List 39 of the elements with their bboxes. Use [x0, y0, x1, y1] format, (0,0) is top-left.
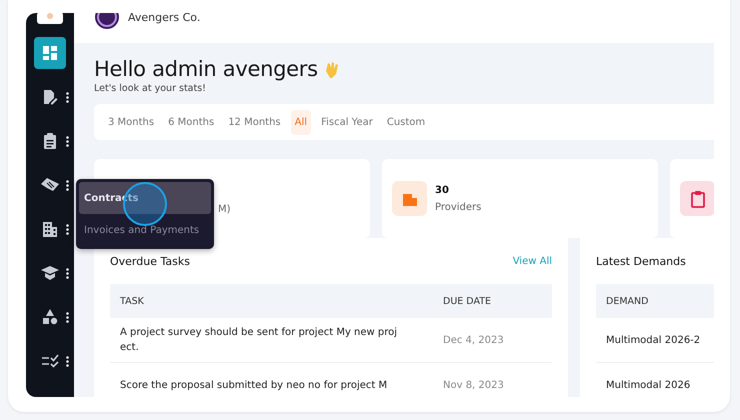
- more-icon[interactable]: [66, 136, 69, 147]
- column-header: TASK: [120, 296, 145, 306]
- dashboard-icon: [42, 45, 58, 61]
- period-tab[interactable]: 12 Months: [224, 110, 285, 134]
- period-tab[interactable]: Fiscal Year: [317, 110, 377, 134]
- more-icon[interactable]: [66, 312, 69, 323]
- table-cell-text: Dec 4, 2023: [442, 334, 504, 346]
- more-icon[interactable]: [66, 92, 69, 103]
- more-icon[interactable]: [66, 180, 69, 191]
- table-cell-text: A project survey should be sent for project My new project.: [120, 326, 398, 355]
- clipboard-icon: [42, 133, 58, 149]
- checklist-icon: [41, 354, 59, 368]
- view-all-link[interactable]: View All: [512, 256, 552, 266]
- table-cell: Multimodal 2026-2: [606, 334, 700, 346]
- period-tab[interactable]: 6 Months: [164, 110, 218, 134]
- stat-value: 30: [435, 184, 450, 196]
- menu-item[interactable]: Invoices and Payments: [79, 214, 211, 246]
- stat-label: M): [218, 204, 231, 215]
- column-header: DEMAND: [606, 296, 648, 306]
- period-tab[interactable]: All: [290, 110, 312, 134]
- more-icon[interactable]: [66, 356, 69, 367]
- more-icon[interactable]: [66, 224, 69, 235]
- greeting-title: Hello admin avengers: [94, 57, 318, 81]
- period-tab[interactable]: Custom: [382, 110, 430, 134]
- panel-title: Overdue Tasks: [110, 254, 190, 268]
- table-cell-text: Score the proposal submitted by neo no for project M: [120, 378, 388, 392]
- panel-title: Latest Demands: [596, 254, 686, 268]
- more-icon[interactable]: [66, 268, 69, 279]
- greeting-subtitle: Let's look at your stats!: [94, 83, 207, 94]
- table-cell-text: Nov 8, 2023: [442, 380, 504, 390]
- period-tab[interactable]: 3 Months: [104, 110, 158, 134]
- shapes-icon: [42, 309, 58, 325]
- company-name: Avengers Co.: [128, 13, 200, 24]
- column-header: DUE DATE: [442, 296, 492, 306]
- graduation-cap-icon: [41, 266, 59, 280]
- stat-label: Providers: [435, 202, 482, 212]
- table-cell: Multimodal 2026: [606, 380, 690, 390]
- edit-document-icon: [42, 89, 58, 105]
- building-icon: [42, 221, 58, 237]
